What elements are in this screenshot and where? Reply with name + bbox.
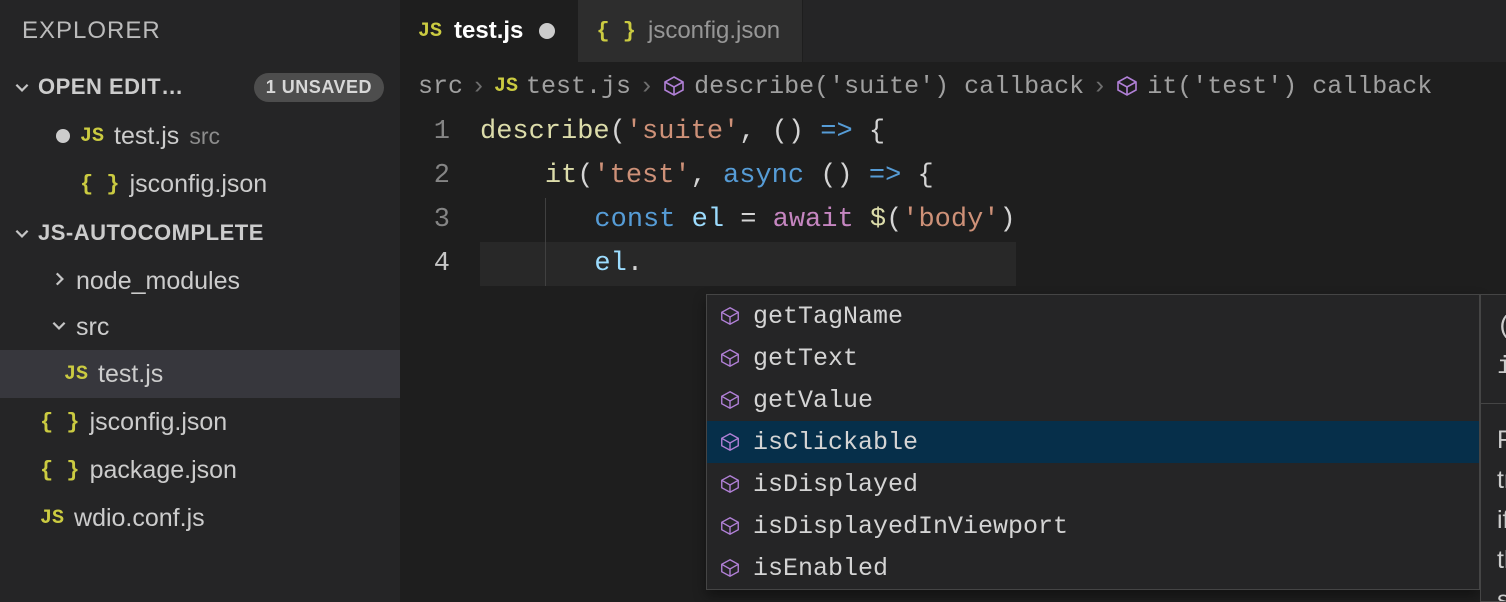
breadcrumb-part[interactable]: test.js [526, 72, 631, 101]
chevron-down-icon [10, 78, 34, 96]
line-number: 2 [400, 154, 450, 198]
js-file-icon: JS [418, 20, 442, 43]
chevron-down-icon [10, 224, 34, 242]
line-number: 4 [400, 242, 450, 286]
tab-test-js[interactable]: JS test.js [400, 0, 578, 62]
folder-node-modules[interactable]: node_modules [0, 258, 400, 304]
line-number-gutter: 1 2 3 4 [400, 110, 480, 602]
autocomplete-item[interactable]: isEnabled [707, 547, 1479, 589]
json-file-icon: { } [40, 458, 80, 483]
line-number: 1 [400, 110, 450, 154]
symbol-method-icon [719, 473, 741, 495]
autocomplete-detail: (method) isClickable(): Return true if t… [1480, 294, 1506, 602]
editor-area: JS test.js { } jsconfig.json src › JS te… [400, 0, 1506, 602]
open-editor-path: src [189, 123, 220, 150]
autocomplete-item[interactable]: isDisplayedInViewport [707, 505, 1479, 547]
json-file-icon: { } [40, 410, 80, 435]
autocomplete-item[interactable]: getTagName [707, 295, 1479, 337]
breadcrumb-part[interactable]: it('test') callback [1147, 72, 1432, 101]
symbol-method-icon [719, 515, 741, 537]
chevron-right-icon: › [639, 72, 654, 101]
autocomplete-item[interactable]: isDisplayed [707, 463, 1479, 505]
autocomplete-item[interactable]: getValue [707, 379, 1479, 421]
autocomplete-item-selected[interactable]: isClickable [707, 421, 1479, 463]
js-file-icon: JS [64, 363, 88, 386]
unsaved-dot-icon [56, 129, 70, 143]
divider [1481, 403, 1506, 404]
file-test-js[interactable]: JS test.js [0, 350, 400, 398]
chevron-down-icon [50, 313, 68, 341]
explorer-panel: EXPLORER OPEN EDIT… 1 UNSAVED JS test.js… [0, 0, 400, 602]
js-file-icon: JS [80, 125, 104, 148]
file-wdio-conf-js[interactable]: JS wdio.conf.js [0, 494, 400, 542]
open-editor-filename: jsconfig.json [130, 170, 268, 199]
symbol-method-icon [719, 347, 741, 369]
project-name: JS-AUTOCOMPLETE [38, 220, 390, 246]
project-header[interactable]: JS-AUTOCOMPLETE [0, 208, 400, 258]
json-file-icon: { } [596, 19, 636, 44]
tab-jsconfig-json[interactable]: { } jsconfig.json [578, 0, 803, 62]
breadcrumb-part[interactable]: describe('suite') callback [694, 72, 1084, 101]
autocomplete-popup[interactable]: getTagName getText getValue isClickable … [706, 294, 1480, 590]
symbol-method-icon [1115, 74, 1139, 98]
symbol-method-icon [662, 74, 686, 98]
chevron-right-icon [50, 267, 68, 295]
chevron-right-icon: › [1092, 72, 1107, 101]
js-file-icon: JS [40, 507, 64, 530]
unsaved-badge: 1 UNSAVED [254, 73, 384, 102]
symbol-method-icon [719, 431, 741, 453]
line-number: 3 [400, 198, 450, 242]
tab-bar: JS test.js { } jsconfig.json [400, 0, 1506, 62]
file-jsconfig-json[interactable]: { } jsconfig.json [0, 398, 400, 446]
json-file-icon: { } [80, 172, 120, 197]
file-package-json[interactable]: { } package.json [0, 446, 400, 494]
chevron-right-icon: › [471, 72, 486, 101]
breadcrumb[interactable]: src › JS test.js › describe('suite') cal… [400, 62, 1506, 110]
breadcrumb-part[interactable]: src [418, 72, 463, 101]
symbol-method-icon [719, 305, 741, 327]
open-editors-label: OPEN EDIT… [38, 74, 254, 100]
open-editors-header[interactable]: OPEN EDIT… 1 UNSAVED [0, 62, 400, 112]
unsaved-dot-icon [539, 23, 555, 39]
explorer-title: EXPLORER [0, 0, 400, 62]
tab-label: test.js [454, 17, 523, 45]
open-editor-item[interactable]: { } jsconfig.json [0, 160, 400, 208]
tab-label: jsconfig.json [648, 17, 780, 45]
symbol-method-icon [719, 389, 741, 411]
open-editor-filename: test.js [114, 122, 179, 151]
symbol-method-icon [719, 557, 741, 579]
js-file-icon: JS [494, 75, 518, 98]
open-editor-item[interactable]: JS test.js src [0, 112, 400, 160]
folder-src[interactable]: src [0, 304, 400, 350]
autocomplete-item[interactable]: getText [707, 337, 1479, 379]
